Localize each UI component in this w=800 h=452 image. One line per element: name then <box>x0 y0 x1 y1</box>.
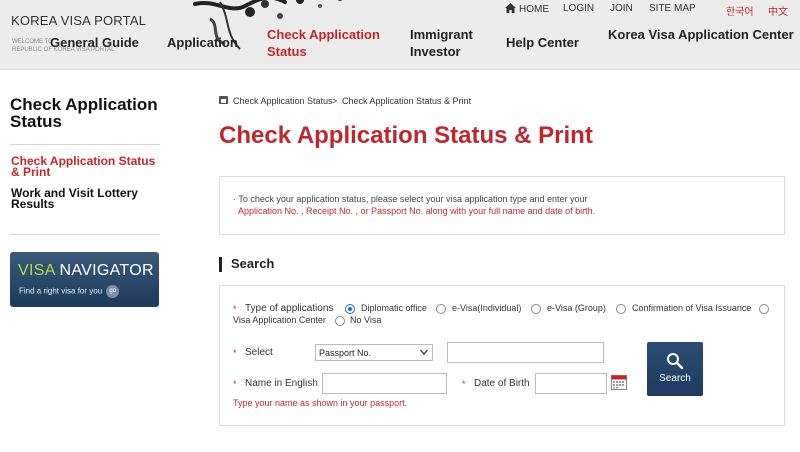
logo-subtitle: WELCOME TO <box>12 39 53 45</box>
site-header: KOREA VISA PORTAL WELCOME TO REPUBLIC OF… <box>0 0 800 70</box>
nav-korea-visa-application-center[interactable]: Korea Visa Application Center <box>608 26 794 43</box>
radio-evisa-group[interactable] <box>531 304 541 314</box>
chevron-down-icon <box>420 349 428 355</box>
radio-confirmation-visa-issuance[interactable] <box>616 304 626 314</box>
section-marker <box>219 257 222 272</box>
sidebar-item-label: Results <box>11 197 55 211</box>
go-badge: go <box>106 285 120 298</box>
radio-label: Visa Application Center <box>233 315 326 325</box>
nav-immigrant-investor[interactable]: Immigrant Investor <box>410 26 473 60</box>
radio-label: No Visa <box>350 315 382 325</box>
nav-label-line: Status <box>267 44 307 59</box>
sidebar-item-lottery-results[interactable]: Work and Visit Lottery Results <box>11 187 138 211</box>
visa-navigator-banner[interactable]: VISA NAVIGATOR Find a right visa for you… <box>10 252 159 307</box>
nav-help-center[interactable]: Help Center <box>506 34 579 51</box>
radio-label: e-Visa(Individual) <box>452 303 522 313</box>
required-mark: * <box>462 379 466 389</box>
info-text: · To check your application status, plea… <box>233 194 588 204</box>
radio-label: Confirmation of Visa Issuance <box>632 303 752 313</box>
banner-title-visa: VISA <box>18 262 55 279</box>
banner-title-navigator: NAVIGATOR <box>59 262 154 279</box>
select-value: Passport No. <box>319 348 372 358</box>
radio-diplomatic-office[interactable] <box>345 304 355 314</box>
radio-label: Diplomatic office <box>361 303 427 313</box>
required-mark: * <box>233 379 237 389</box>
date-of-birth-label: Date of Birth <box>474 378 530 389</box>
info-text-highlight: Application No. , Receipt No. , or Passp… <box>238 206 596 216</box>
id-type-select[interactable]: Passport No. <box>315 344 433 361</box>
section-title: Search <box>231 256 275 271</box>
search-button[interactable]: Search <box>647 342 703 396</box>
calendar-icon[interactable] <box>611 374 627 390</box>
radio-no-visa[interactable] <box>335 316 345 326</box>
util-link-chinese[interactable]: 中文 <box>768 3 788 18</box>
sidebar-item-label: & Print <box>11 165 51 179</box>
name-in-english-label: Name in English <box>245 378 318 389</box>
breadcrumb-item-current: Check Application Status & Print <box>342 96 472 106</box>
search-button-label: Search <box>659 373 691 384</box>
nav-application[interactable]: Application <box>167 34 238 51</box>
util-link-sitemap[interactable]: SITE MAP <box>649 3 696 14</box>
sidebar-divider <box>10 144 160 145</box>
breadcrumb-separator: > <box>332 96 338 106</box>
select-label: Select <box>245 347 273 358</box>
nav-label-line: Check Application <box>267 27 380 42</box>
name-hint: Type your name as shown in your passport… <box>233 398 408 408</box>
util-link-join[interactable]: JOIN <box>610 3 633 14</box>
nav-label-line: Investor <box>410 44 461 59</box>
id-number-input[interactable] <box>447 342 604 363</box>
sidebar-title: Check Application Status <box>10 96 158 130</box>
sidebar-item-check-status-print[interactable]: Check Application Status & Print <box>11 155 155 179</box>
type-of-applications-label: Type of applications <box>245 303 334 314</box>
info-box: · To check your application status, plea… <box>219 176 785 235</box>
radio-visa-application-center[interactable] <box>759 304 769 314</box>
banner-subtitle: Find a right visa for you go <box>19 285 120 298</box>
radio-label: e-Visa (Group) <box>547 303 606 313</box>
util-link-korean[interactable]: 한국어 <box>726 3 754 18</box>
page-title: Check Application Status & Print <box>219 122 593 149</box>
date-of-birth-input[interactable] <box>535 373 607 394</box>
site-logo[interactable]: KOREA VISA PORTAL <box>11 13 146 28</box>
banner-title: VISA NAVIGATOR <box>18 262 154 280</box>
util-link-label: HOME <box>519 4 549 15</box>
sidebar-title-line: Check Application <box>10 95 158 114</box>
home-icon <box>505 3 516 13</box>
required-mark: * <box>233 304 237 314</box>
util-link-home[interactable]: HOME <box>505 3 549 15</box>
required-mark: * <box>233 348 237 358</box>
search-icon <box>667 353 684 370</box>
sidebar-divider <box>10 234 160 235</box>
util-link-login[interactable]: LOGIN <box>563 3 594 14</box>
breadcrumb-home-icon[interactable] <box>219 96 228 104</box>
sidebar-title-line: Status <box>10 112 62 131</box>
radio-evisa-individual[interactable] <box>436 304 446 314</box>
nav-label-line: Immigrant <box>410 27 473 42</box>
breadcrumb-item[interactable]: Check Application Status <box>233 96 333 106</box>
name-in-english-input[interactable] <box>322 373 447 394</box>
nav-general-guide[interactable]: General Guide <box>50 34 139 51</box>
nav-check-application-status[interactable]: Check Application Status <box>267 26 380 60</box>
banner-subtitle-text: Find a right visa for you <box>19 286 103 296</box>
